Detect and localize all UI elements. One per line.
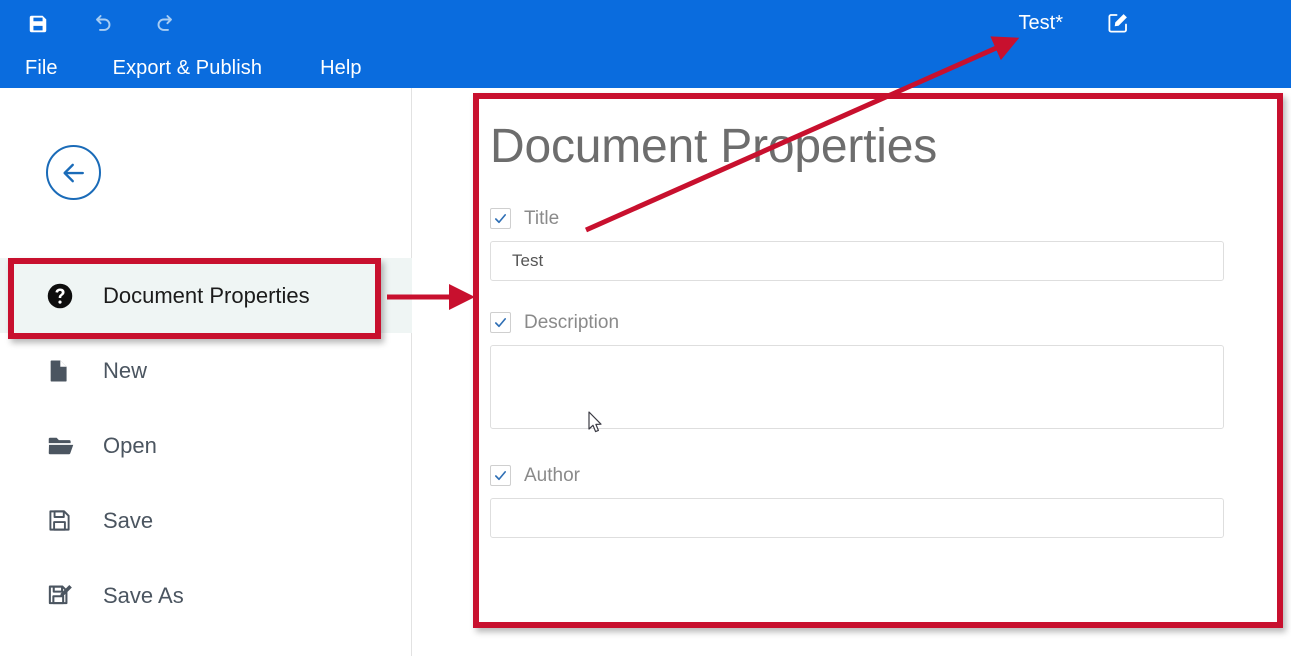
sidebar-nav-list: Document Properties New Open Save Save A… (0, 258, 412, 633)
sidebar-item-label: Document Properties (103, 282, 310, 308)
sidebar-item-open[interactable]: Open (0, 408, 412, 483)
page-title: Document Properties (490, 120, 938, 173)
menu-bar: File Export & Publish Help (0, 48, 362, 88)
edit-pencil-square-icon[interactable] (1105, 10, 1131, 36)
application-window: File Export & Publish Help Test* Documen… (0, 0, 1291, 656)
sidebar-item-label: New (103, 357, 148, 383)
sidebar-item-save-as[interactable]: Save As (0, 558, 412, 633)
panel-content: Document Properties Title Test Descripti… (490, 101, 1290, 538)
redo-icon[interactable] (150, 8, 182, 40)
file-icon (46, 358, 80, 384)
field-title-header: Title (490, 207, 1290, 229)
document-title-area: Test* (1019, 9, 1131, 37)
title-input[interactable] (490, 241, 1224, 281)
field-description-header: Description (490, 311, 1290, 333)
sidebar: Document Properties New Open Save Save A… (0, 88, 412, 656)
menu-item-file[interactable]: File (25, 58, 58, 78)
checkbox-description[interactable] (490, 311, 511, 333)
checkbox-title[interactable] (490, 207, 511, 229)
author-input[interactable] (490, 498, 1224, 538)
quick-access-toolbar (22, 8, 182, 40)
menu-item-help[interactable]: Help (320, 58, 362, 78)
question-mark-circle-icon (46, 282, 80, 310)
folder-open-icon (46, 431, 80, 461)
sidebar-item-new[interactable]: New (0, 333, 412, 408)
floppy-disk-pencil-icon (46, 581, 80, 610)
field-description-label: Description (524, 311, 620, 333)
field-author: Author (490, 464, 1290, 538)
floppy-disk-icon (46, 507, 80, 534)
field-title: Title (490, 207, 1290, 281)
field-author-header: Author (490, 464, 1290, 486)
save-icon[interactable] (22, 8, 54, 40)
sidebar-item-document-properties[interactable]: Document Properties (0, 258, 412, 333)
field-description: Description (490, 311, 1290, 434)
description-textarea[interactable] (490, 345, 1224, 429)
document-title: Test* (1018, 12, 1063, 34)
checkbox-author[interactable] (490, 464, 511, 486)
document-properties-panel: Document Properties Title Test Descripti… (413, 88, 1291, 656)
field-title-label: Title (524, 207, 560, 229)
undo-icon[interactable] (86, 8, 118, 40)
sidebar-item-label: Save As (103, 582, 184, 608)
back-arrow-icon[interactable] (46, 145, 101, 200)
sidebar-item-label: Save (103, 507, 154, 533)
menu-item-export-publish[interactable]: Export & Publish (113, 58, 262, 78)
sidebar-item-label: Open (103, 432, 157, 458)
top-bar: File Export & Publish Help Test* (0, 0, 1291, 88)
field-author-label: Author (524, 464, 580, 486)
sidebar-item-save[interactable]: Save (0, 483, 412, 558)
